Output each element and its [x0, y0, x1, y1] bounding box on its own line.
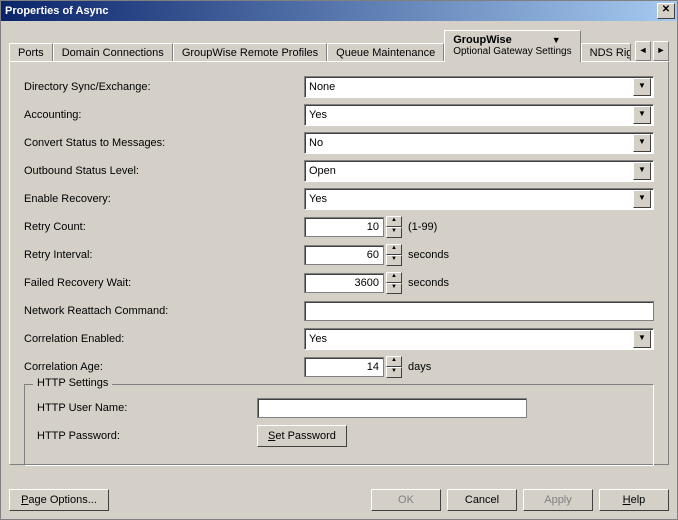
ok-button[interactable]: OK: [371, 489, 441, 511]
retry-count-label: Retry Count:: [24, 221, 304, 233]
chevron-down-icon[interactable]: ▼: [633, 134, 651, 152]
tab-scroll-right[interactable]: ►: [653, 41, 669, 61]
correlation-enabled-dropdown[interactable]: Yes ▼: [304, 328, 654, 350]
apply-button[interactable]: Apply: [523, 489, 593, 511]
chevron-down-icon[interactable]: ▼: [633, 330, 651, 348]
chevron-down-icon[interactable]: ▼: [633, 78, 651, 96]
retry-interval-input[interactable]: 60: [304, 245, 384, 265]
properties-window: Properties of Async ✕ Ports Domain Conne…: [0, 0, 678, 520]
directory-sync-dropdown[interactable]: None ▼: [304, 76, 654, 98]
tab-queue-maintenance[interactable]: Queue Maintenance: [327, 43, 444, 62]
chevron-down-icon[interactable]: ▼: [633, 106, 651, 124]
failed-recovery-suffix: seconds: [408, 277, 449, 289]
http-settings-legend: HTTP Settings: [33, 377, 112, 389]
tab-groupwise[interactable]: GroupWise▼ Optional Gateway Settings: [444, 30, 580, 62]
http-username-input[interactable]: [257, 398, 527, 418]
correlation-age-spinner[interactable]: ▲▼: [386, 356, 402, 378]
tab-groupwise-remote-profiles[interactable]: GroupWise Remote Profiles: [173, 43, 327, 62]
failed-recovery-input[interactable]: 3600: [304, 273, 384, 293]
tab-dropdown-icon[interactable]: ▼: [552, 35, 561, 45]
tab-scroll-left[interactable]: ◄: [635, 41, 651, 61]
accounting-dropdown[interactable]: Yes ▼: [304, 104, 654, 126]
http-username-label: HTTP User Name:: [37, 402, 257, 414]
retry-count-input[interactable]: 10: [304, 217, 384, 237]
set-password-button[interactable]: Set Password: [257, 425, 347, 447]
network-reattach-input[interactable]: [304, 301, 654, 321]
close-button[interactable]: ✕: [657, 3, 675, 19]
http-password-label: HTTP Password:: [37, 430, 257, 442]
chevron-down-icon[interactable]: ▼: [633, 162, 651, 180]
http-settings-group: HTTP Settings HTTP User Name: HTTP Passw…: [24, 384, 654, 466]
accounting-label: Accounting:: [24, 109, 304, 121]
content-panel: Directory Sync/Exchange: None ▼ Accounti…: [9, 61, 669, 465]
directory-sync-label: Directory Sync/Exchange:: [24, 81, 304, 93]
retry-count-suffix: (1-99): [408, 221, 437, 233]
network-reattach-label: Network Reattach Command:: [24, 305, 304, 317]
correlation-age-input[interactable]: 14: [304, 357, 384, 377]
tab-bar: Ports Domain Connections GroupWise Remot…: [9, 29, 669, 61]
retry-interval-suffix: seconds: [408, 249, 449, 261]
outbound-status-label: Outbound Status Level:: [24, 165, 304, 177]
correlation-enabled-label: Correlation Enabled:: [24, 333, 304, 345]
convert-status-label: Convert Status to Messages:: [24, 137, 304, 149]
convert-status-dropdown[interactable]: No ▼: [304, 132, 654, 154]
retry-interval-spinner[interactable]: ▲▼: [386, 244, 402, 266]
tab-domain-connections[interactable]: Domain Connections: [53, 43, 173, 62]
enable-recovery-dropdown[interactable]: Yes ▼: [304, 188, 654, 210]
retry-interval-label: Retry Interval:: [24, 249, 304, 261]
chevron-down-icon[interactable]: ▼: [633, 190, 651, 208]
page-options-button[interactable]: Page Options...: [9, 489, 109, 511]
correlation-age-label: Correlation Age:: [24, 361, 304, 373]
correlation-age-suffix: days: [408, 361, 431, 373]
tab-nds-rights[interactable]: NDS Rights: [581, 43, 631, 62]
failed-recovery-spinner[interactable]: ▲▼: [386, 272, 402, 294]
retry-count-spinner[interactable]: ▲▼: [386, 216, 402, 238]
window-title: Properties of Async: [5, 5, 109, 17]
title-bar: Properties of Async ✕: [1, 1, 677, 21]
dialog-footer: Page Options... OK Cancel Apply Help: [9, 489, 669, 511]
cancel-button[interactable]: Cancel: [447, 489, 517, 511]
enable-recovery-label: Enable Recovery:: [24, 193, 304, 205]
outbound-status-dropdown[interactable]: Open ▼: [304, 160, 654, 182]
tab-ports[interactable]: Ports: [9, 43, 53, 62]
failed-recovery-label: Failed Recovery Wait:: [24, 277, 304, 289]
help-button[interactable]: Help: [599, 489, 669, 511]
